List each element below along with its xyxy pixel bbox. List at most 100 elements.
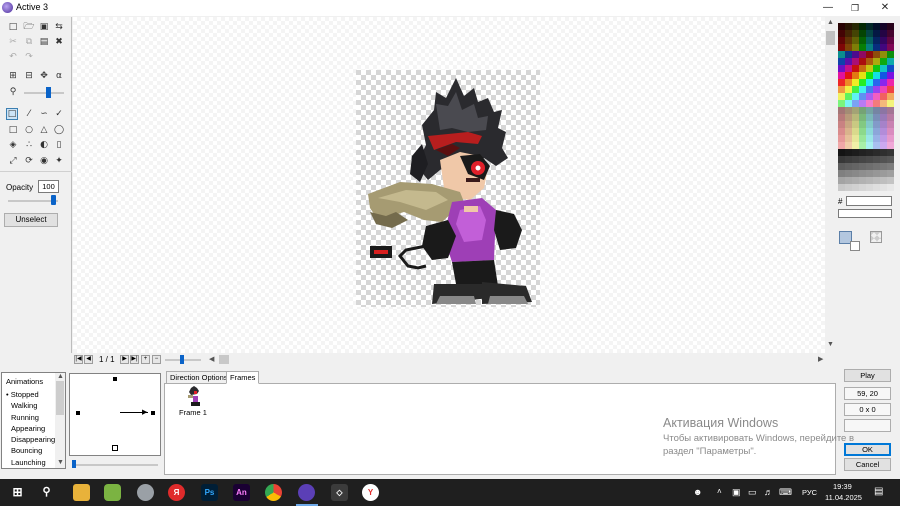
lasso-icon[interactable]: ◯: [53, 124, 65, 136]
palette-swatch[interactable]: [866, 51, 873, 58]
palette-swatch[interactable]: [838, 128, 845, 135]
palette-swatch[interactable]: [873, 156, 880, 163]
palette-swatch[interactable]: [845, 128, 852, 135]
rectangle-icon[interactable]: □: [7, 124, 19, 136]
palette-swatch[interactable]: [880, 72, 887, 79]
palette-swatch[interactable]: [880, 23, 887, 30]
network-icon[interactable]: ▣: [732, 487, 741, 498]
open-folder-icon[interactable]: 🗁: [23, 21, 35, 33]
palette-swatch[interactable]: [880, 86, 887, 93]
palette-swatch[interactable]: [838, 149, 845, 156]
move-icon[interactable]: ✥: [38, 70, 50, 82]
direction-down-dot[interactable]: [112, 445, 118, 451]
palette-swatch[interactable]: [887, 93, 894, 100]
background-color-swatch[interactable]: [850, 241, 860, 251]
yandex-icon[interactable]: Я: [168, 484, 185, 501]
palette-swatch[interactable]: [887, 37, 894, 44]
opacity-input[interactable]: 100: [38, 180, 59, 193]
clock-date[interactable]: 11.04.2025: [825, 493, 862, 502]
palette-swatch[interactable]: [838, 58, 845, 65]
palette-swatch[interactable]: [866, 177, 873, 184]
palette-swatch[interactable]: [866, 93, 873, 100]
undo-icon[interactable]: ↶: [7, 51, 19, 63]
palette-swatch[interactable]: [873, 100, 880, 107]
palette-swatch[interactable]: [845, 37, 852, 44]
palette-swatch[interactable]: [845, 107, 852, 114]
animation-item[interactable]: Bouncing: [3, 445, 55, 456]
animation-item[interactable]: Appearing: [3, 423, 55, 434]
palette-swatch[interactable]: [880, 114, 887, 121]
palette-swatch[interactable]: [880, 149, 887, 156]
palette-swatch[interactable]: [859, 177, 866, 184]
palette-swatch[interactable]: [852, 86, 859, 93]
color-palette[interactable]: [838, 23, 894, 192]
canvas-area[interactable]: [73, 17, 825, 353]
palette-swatch[interactable]: [873, 170, 880, 177]
palette-swatch[interactable]: [845, 177, 852, 184]
palette-swatch[interactable]: [852, 142, 859, 149]
transparent-color-swatch[interactable]: [870, 231, 882, 243]
palette-swatch[interactable]: [887, 65, 894, 72]
notifications-icon[interactable]: ▤: [874, 486, 883, 497]
palette-swatch[interactable]: [866, 156, 873, 163]
speed-slider-thumb[interactable]: [72, 460, 76, 468]
palette-swatch[interactable]: [887, 30, 894, 37]
palette-swatch[interactable]: [866, 72, 873, 79]
palette-swatch[interactable]: [887, 58, 894, 65]
frame-thumbnail[interactable]: [187, 386, 201, 406]
restore-button[interactable]: ❐: [840, 0, 870, 16]
palette-swatch[interactable]: [866, 184, 873, 191]
palette-swatch[interactable]: [859, 149, 866, 156]
palette-swatch[interactable]: [852, 135, 859, 142]
palette-swatch[interactable]: [838, 114, 845, 121]
palette-swatch[interactable]: [859, 135, 866, 142]
palette-swatch[interactable]: [887, 184, 894, 191]
roblox-icon[interactable]: ◇: [331, 484, 348, 501]
palette-swatch[interactable]: [838, 156, 845, 163]
palette-swatch[interactable]: [866, 128, 873, 135]
palette-swatch[interactable]: [852, 163, 859, 170]
palette-swatch[interactable]: [873, 44, 880, 51]
palette-swatch[interactable]: [873, 37, 880, 44]
clickteam-icon[interactable]: [298, 484, 315, 501]
palette-swatch[interactable]: [838, 65, 845, 72]
canvas-vertical-scrollbar[interactable]: ▲ ▼: [825, 17, 836, 353]
vertical-scroll-thumb[interactable]: [826, 31, 835, 45]
palette-swatch[interactable]: [838, 100, 845, 107]
palette-swatch[interactable]: [852, 184, 859, 191]
delete-icon[interactable]: ✖: [53, 36, 65, 48]
sprite-image[interactable]: [356, 70, 540, 307]
palette-swatch[interactable]: [887, 79, 894, 86]
minimize-button[interactable]: —: [813, 0, 843, 16]
palette-swatch[interactable]: [880, 44, 887, 51]
palette-swatch[interactable]: [838, 93, 845, 100]
palette-swatch[interactable]: [866, 163, 873, 170]
palette-swatch[interactable]: [845, 79, 852, 86]
palette-swatch[interactable]: [838, 177, 845, 184]
palette-swatch[interactable]: [859, 30, 866, 37]
palette-swatch[interactable]: [859, 72, 866, 79]
palette-swatch[interactable]: [845, 65, 852, 72]
color-hex-input[interactable]: [846, 196, 892, 206]
palette-swatch[interactable]: [845, 100, 852, 107]
palette-swatch[interactable]: [873, 121, 880, 128]
battery-icon[interactable]: ▭: [748, 487, 757, 498]
palette-swatch[interactable]: [880, 58, 887, 65]
direction-panel[interactable]: ▶: [69, 373, 161, 456]
palette-swatch[interactable]: [880, 65, 887, 72]
palette-swatch[interactable]: [859, 107, 866, 114]
palette-swatch[interactable]: [887, 72, 894, 79]
play-button[interactable]: Play: [844, 369, 891, 382]
remove-frame-icon[interactable]: −: [152, 355, 161, 364]
direction-left-dot[interactable]: [76, 411, 80, 415]
palette-swatch[interactable]: [859, 121, 866, 128]
palette-swatch[interactable]: [852, 100, 859, 107]
close-button[interactable]: ✕: [870, 0, 900, 16]
animation-item[interactable]: Disappearing: [3, 434, 55, 445]
palette-swatch[interactable]: [852, 65, 859, 72]
replace-color-icon[interactable]: ◐: [38, 139, 50, 151]
eye-icon[interactable]: ◉: [38, 155, 50, 167]
palette-swatch[interactable]: [852, 114, 859, 121]
palette-swatch[interactable]: [880, 121, 887, 128]
anim-scroll-down-icon[interactable]: ▼: [57, 459, 64, 466]
